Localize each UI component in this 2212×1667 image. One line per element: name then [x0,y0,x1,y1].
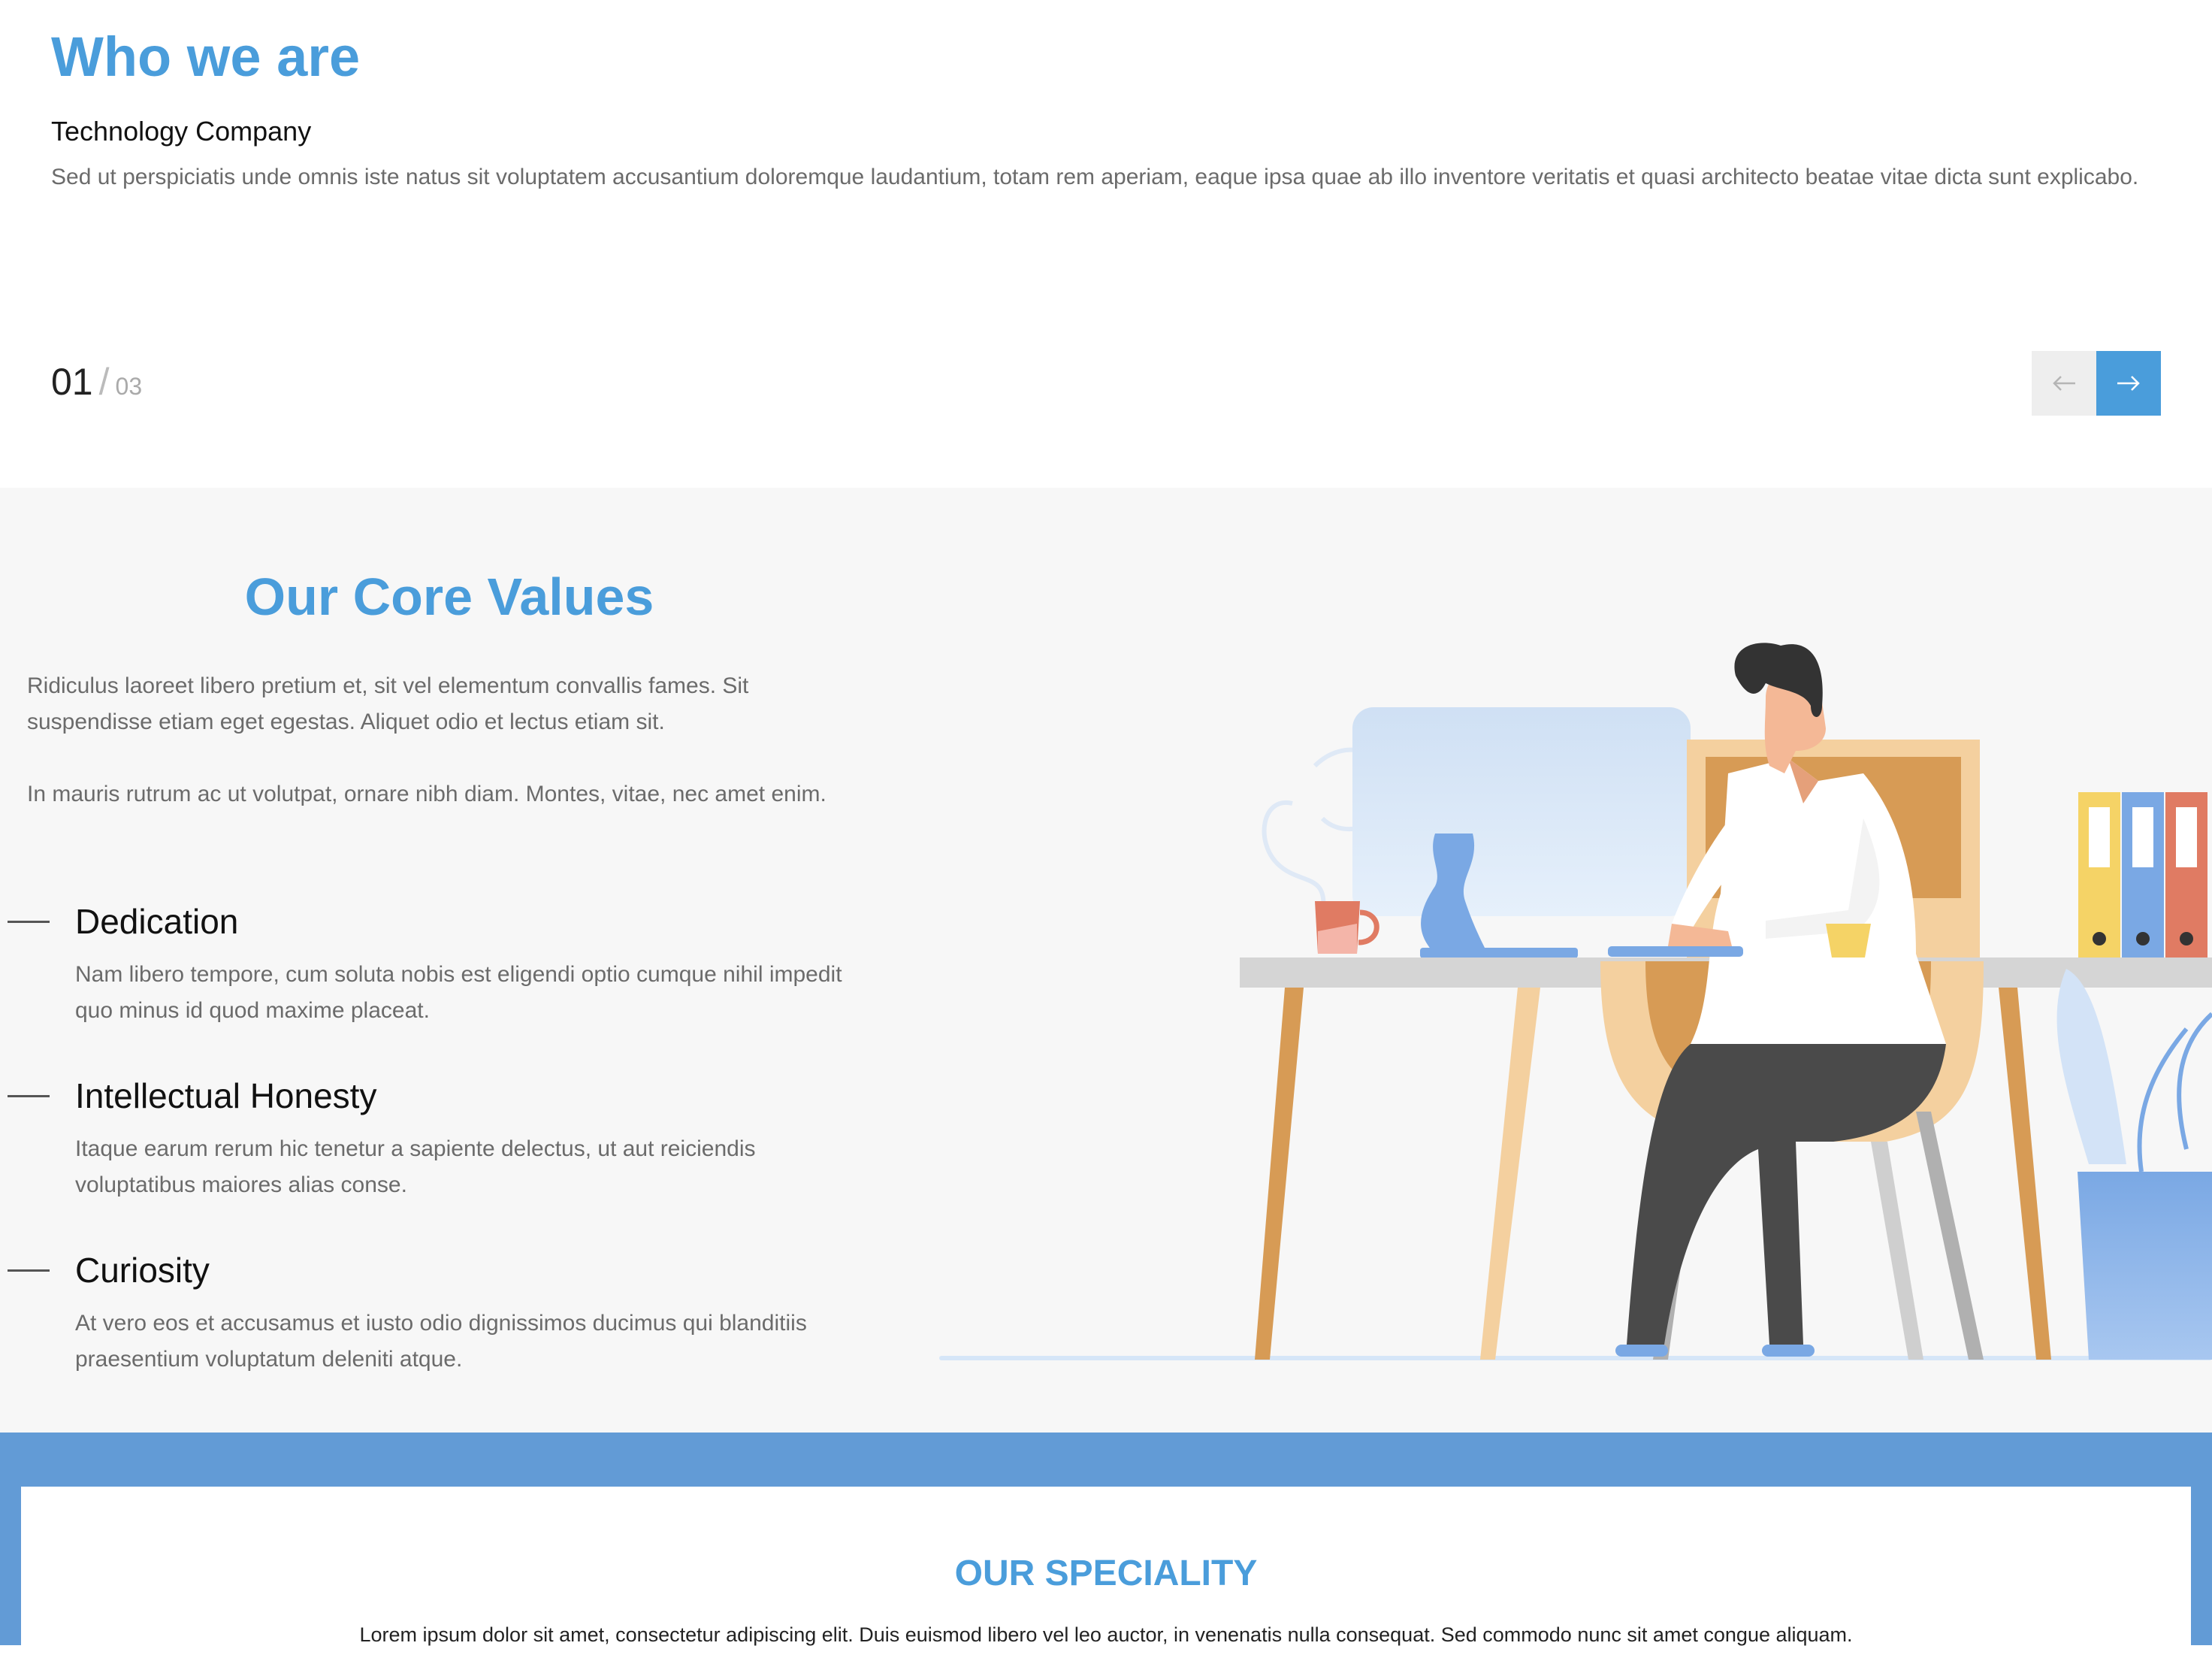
value-title: Curiosity [75,1251,210,1290]
core-values-paragraph: In mauris rutrum ac ut volutpat, ornare … [27,782,826,806]
value-dash [8,921,50,923]
slider-next-button[interactable] [2096,351,2161,416]
who-we-are-section: Who we are Technology Company Sed ut per… [0,0,2212,488]
speciality-section [0,1433,2212,1667]
core-values-section: Our Core Values Ridiculus laoreet libero… [0,488,2212,1433]
value-text: Itaque earum rerum hic tenetur a sapient… [75,1136,756,1197]
slide-total: 03 [115,373,143,400]
value-title: Intellectual Honesty [75,1076,377,1115]
who-we-are-title: Who we are [51,26,361,88]
slide-counter: 01/03 [51,359,142,409]
slider-prev-button[interactable] [2032,351,2096,416]
slide-current: 01 [51,361,93,403]
value-title: Dedication [75,902,239,941]
slide-separator: / [98,361,110,403]
value-dash [8,1095,50,1097]
speciality-title: OUR SPECIALITY [954,1554,1258,1593]
office-worker-illustration [939,643,2212,1360]
speciality-text: Lorem ipsum dolor sit amet, consectetur … [359,1623,1853,1646]
core-values-title: Our Core Values [244,567,654,626]
arrow-left-icon [2053,376,2075,391]
who-we-are-subtitle: Technology Company [51,116,312,147]
arrow-right-icon [2117,376,2140,391]
value-text: At vero eos et accusamus et iusto odio d… [75,1311,807,1372]
value-text: Nam libero tempore, cum soluta nobis est… [75,962,842,1023]
core-values-paragraph: Ridiculus laoreet libero pretium et, sit… [27,673,749,734]
who-we-are-text: Sed ut perspiciatis unde omnis iste natu… [51,165,2139,189]
value-dash [8,1269,50,1272]
